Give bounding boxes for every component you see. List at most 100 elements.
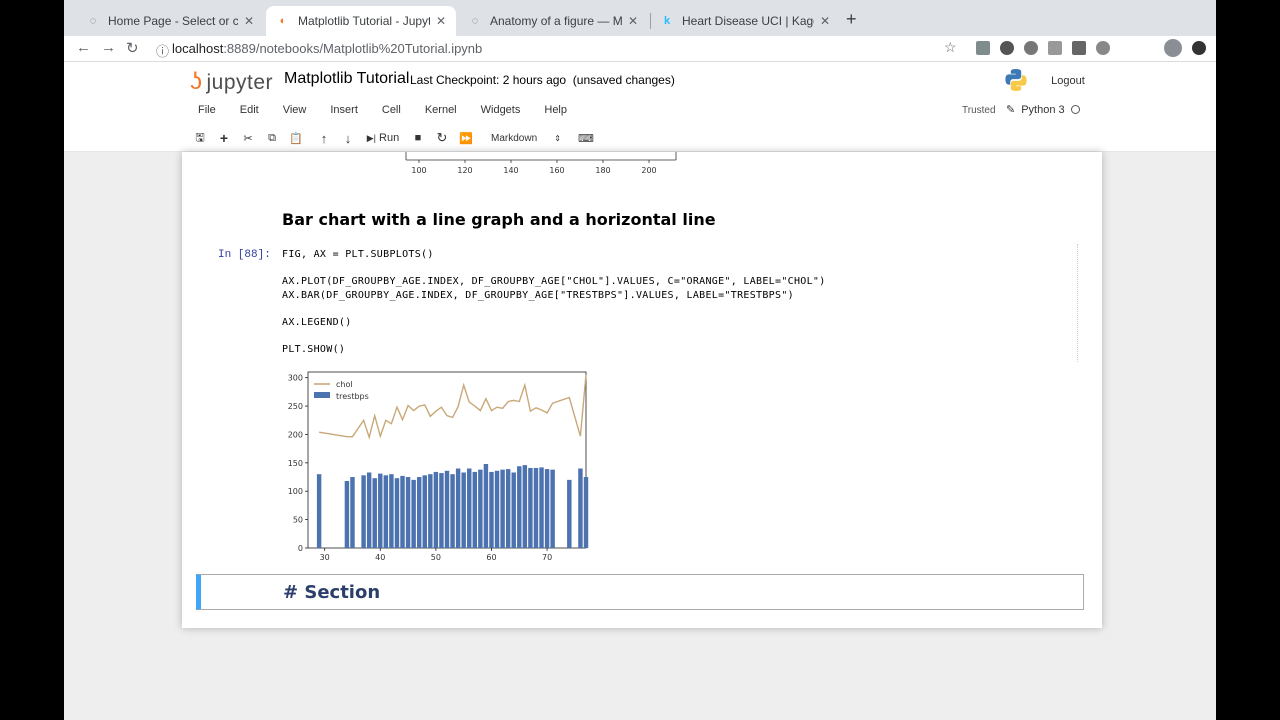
trestbps-bar bbox=[550, 469, 555, 548]
info-icon[interactable]: ⓘ bbox=[156, 41, 169, 60]
cell-border bbox=[1077, 244, 1078, 362]
trestbps-bar bbox=[533, 467, 539, 548]
trestbps-bar bbox=[567, 479, 572, 548]
tab-heart-disease-kaggle[interactable]: k Heart Disease UCI | Kaggle ✕ bbox=[650, 6, 840, 36]
menu-bar: File Edit View Insert Cell Kernel Widget… bbox=[190, 102, 575, 124]
extension-icon[interactable] bbox=[1024, 41, 1038, 55]
previous-chart-axis: 100 120 140 160 180 200 bbox=[405, 152, 677, 175]
extension-icon[interactable] bbox=[1000, 41, 1014, 55]
logout-button[interactable]: Logout bbox=[1042, 70, 1094, 92]
kernel-indicator: ✎ Python 3 bbox=[1006, 103, 1080, 116]
notebook-title[interactable]: Matplotlib Tutorial bbox=[284, 70, 409, 88]
trestbps-bar bbox=[416, 477, 422, 548]
input-prompt: In [88]: bbox=[218, 249, 271, 261]
code-extension-icon[interactable] bbox=[1072, 41, 1086, 55]
copy-icon[interactable]: ⧉ bbox=[260, 128, 284, 148]
extension-icon[interactable] bbox=[1096, 41, 1110, 55]
menu-cell[interactable]: Cell bbox=[374, 102, 409, 124]
jupyter-icon: ◐ bbox=[279, 15, 287, 27]
trestbps-bar bbox=[444, 470, 450, 548]
back-icon[interactable]: ← bbox=[76, 39, 91, 56]
tab-matplotlib-tutorial[interactable]: ◐ Matplotlib Tutorial - Jupyter N ✕ bbox=[266, 6, 456, 36]
move-down-icon[interactable]: ↓ bbox=[336, 128, 360, 148]
notebook-toolbar: 🖫 + ✂ ⧉ 📋 ↑ ↓ ▶| Run ■ ↻ ⏩ Markdown ⇕ ⌨ bbox=[188, 128, 598, 148]
close-tab-icon[interactable]: ✕ bbox=[436, 14, 446, 28]
trestbps-bar bbox=[505, 469, 511, 548]
logo-text: jupyter bbox=[206, 71, 274, 94]
python-logo-icon bbox=[1005, 69, 1027, 91]
prev-x-tick-label: 180 bbox=[595, 166, 610, 175]
close-tab-icon[interactable]: ✕ bbox=[244, 14, 254, 28]
tab-title: Home Page - Select or create bbox=[108, 14, 238, 28]
avatar[interactable] bbox=[1164, 39, 1182, 57]
tab-home-page[interactable]: ◌ Home Page - Select or create ✕ bbox=[76, 6, 264, 36]
cell-type-select[interactable]: Markdown ⇕ bbox=[484, 129, 568, 147]
menu-icon[interactable] bbox=[1192, 41, 1206, 55]
save-icon[interactable]: 🖫 bbox=[188, 128, 212, 148]
menu-insert[interactable]: Insert bbox=[322, 102, 366, 124]
add-cell-icon[interactable]: + bbox=[212, 128, 236, 148]
trestbps-bar bbox=[578, 468, 583, 548]
trestbps-bar bbox=[428, 474, 433, 548]
address-bar[interactable]: localhost:8889/notebooks/Matplotlib%20Tu… bbox=[172, 41, 482, 56]
trestbps-bar bbox=[411, 479, 416, 548]
menu-widgets[interactable]: Widgets bbox=[473, 102, 529, 124]
tab-anatomy-of-figure[interactable]: ◌ Anatomy of a figure — Matplo ✕ bbox=[458, 6, 648, 36]
extension-icon[interactable] bbox=[1048, 41, 1062, 55]
forward-icon[interactable]: → bbox=[101, 39, 116, 56]
trestbps-bar bbox=[422, 475, 427, 548]
y-tick-label: 0 bbox=[298, 544, 303, 553]
new-tab-button[interactable]: + bbox=[846, 9, 857, 30]
command-palette-icon[interactable]: ⌨ bbox=[574, 128, 598, 148]
trestbps-bar bbox=[433, 471, 439, 548]
trestbps-bar bbox=[383, 475, 389, 548]
url-host: localhost bbox=[172, 41, 224, 56]
trusted-indicator[interactable]: Trusted bbox=[962, 105, 996, 116]
y-tick-label: 50 bbox=[293, 516, 303, 525]
move-up-icon[interactable]: ↑ bbox=[312, 128, 336, 148]
tab-title: Heart Disease UCI | Kaggle bbox=[682, 14, 814, 28]
restart-icon[interactable]: ↻ bbox=[430, 128, 454, 148]
tab-strip: ◌ Home Page - Select or create ✕ ◐ Matpl… bbox=[64, 0, 1216, 36]
cut-icon[interactable]: ✂ bbox=[236, 128, 260, 148]
menu-edit[interactable]: Edit bbox=[232, 102, 267, 124]
browser-window: ◌ Home Page - Select or create ✕ ◐ Matpl… bbox=[64, 0, 1216, 720]
checkpoint-text: Last Checkpoint: 2 hours ago bbox=[410, 73, 567, 87]
legend-label: chol bbox=[336, 380, 353, 389]
reload-icon[interactable]: ↻ bbox=[126, 39, 139, 57]
trestbps-bar bbox=[494, 470, 500, 548]
trestbps-bar bbox=[583, 477, 589, 548]
restart-run-all-icon[interactable]: ⏩ bbox=[454, 128, 478, 148]
code-line: AX.PLOT(DF_GROUPBY_AGE.INDEX, DF_GROUPBY… bbox=[282, 276, 826, 287]
prev-x-tick-label: 140 bbox=[503, 166, 518, 175]
trestbps-bar bbox=[461, 472, 466, 548]
markdown-cell-selected[interactable]: # Section bbox=[196, 574, 1084, 610]
code-line: AX.BAR(DF_GROUPBY_AGE.INDEX, DF_GROUPBY_… bbox=[282, 290, 794, 301]
menu-kernel[interactable]: Kernel bbox=[417, 102, 465, 124]
navigation-bar: ← → ↻ ⓘ localhost:8889/notebooks/Matplot… bbox=[64, 36, 1216, 62]
trestbps-bar bbox=[389, 474, 394, 548]
jupyter-logo[interactable]: ʖ jupyter bbox=[190, 68, 273, 96]
run-button[interactable]: ▶| Run bbox=[360, 128, 406, 148]
prev-x-tick-label: 100 bbox=[411, 166, 426, 175]
menu-view[interactable]: View bbox=[275, 102, 315, 124]
prev-x-tick-label: 120 bbox=[457, 166, 472, 175]
markdown-heading[interactable]: Bar chart with a line graph and a horizo… bbox=[282, 210, 716, 229]
select-arrows-icon: ⇕ bbox=[554, 133, 561, 143]
menu-help[interactable]: Help bbox=[536, 102, 575, 124]
paste-icon[interactable]: 📋 bbox=[284, 128, 308, 148]
prev-x-tick-label: 160 bbox=[549, 166, 564, 175]
close-tab-icon[interactable]: ✕ bbox=[628, 14, 638, 28]
trestbps-bar bbox=[316, 474, 322, 548]
trestbps-bar bbox=[361, 475, 366, 548]
unsaved-indicator: (unsaved changes) bbox=[572, 73, 675, 87]
pencil-icon[interactable]: ✎ bbox=[1006, 103, 1015, 116]
trestbps-bar bbox=[439, 473, 444, 548]
url-path: :8889/notebooks/Matplotlib%20Tutorial.ip… bbox=[223, 41, 483, 56]
tab-title: Matplotlib Tutorial - Jupyter N bbox=[298, 14, 430, 28]
close-tab-icon[interactable]: ✕ bbox=[820, 14, 830, 28]
bookmark-star-icon[interactable]: ☆ bbox=[944, 39, 957, 56]
interrupt-icon[interactable]: ■ bbox=[406, 128, 430, 148]
translate-extension-icon[interactable] bbox=[976, 41, 990, 55]
menu-file[interactable]: File bbox=[190, 102, 224, 124]
